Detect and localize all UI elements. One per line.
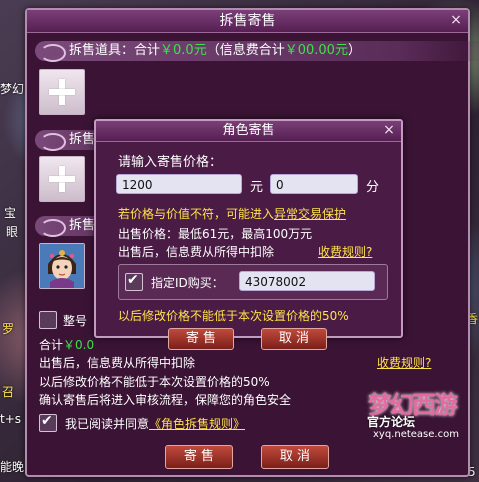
price-warning: 若价格与价值不符，可能进入异常交易保护 (118, 205, 346, 222)
yuan-unit: 元 (250, 180, 264, 195)
consign-button[interactable]: 寄 售 (165, 445, 233, 469)
warning-prefix: 若价格与价值不符，可能进入 (118, 207, 275, 221)
total-value: ￥0.0元 (160, 43, 207, 58)
section-label: 拆售 (69, 132, 96, 147)
bottom-total-prefix: 合计 (39, 338, 64, 352)
close-button[interactable]: × (448, 13, 464, 29)
designated-id-input[interactable]: 43078002 (239, 271, 375, 291)
plus-icon (49, 166, 75, 192)
plus-icon (49, 79, 75, 105)
dialog-close-button[interactable]: × (381, 123, 397, 139)
swirl-icon (40, 133, 66, 151)
bg-text-fragment: 宝 (4, 206, 17, 220)
swirl-icon (40, 44, 66, 62)
character-portrait-icon (40, 244, 84, 288)
dialog-title: 角色寄售 (222, 123, 275, 138)
dialog-fee-rule-link[interactable]: 收费规则? (318, 243, 372, 260)
rules-link[interactable]: 《角色拆售规则》 (149, 417, 245, 431)
cancel-button[interactable]: 取 消 (261, 445, 329, 469)
bg-text-fragment: 梦幻 (0, 82, 25, 96)
price-range: 出售价格：最低61元，最高100万元 (118, 227, 313, 241)
whole-account-label: 整号 (63, 314, 88, 328)
dialog-cancel-button[interactable]: 取 消 (261, 328, 327, 350)
review-note: 确认寄售后将进入审核流程，保障您的角色安全 (39, 393, 292, 407)
fen-unit: 分 (366, 180, 380, 195)
section-label: 拆售 (69, 218, 96, 233)
window-titlebar[interactable]: 拆售寄售 × (27, 10, 468, 33)
item-slot-2[interactable] (39, 156, 85, 202)
agree-checkbox[interactable] (39, 413, 57, 432)
designated-id-panel: 指定ID购买： 43078002 (118, 264, 388, 300)
bg-text-fragment: 罗 (2, 322, 15, 336)
logo-sub: 官方论坛 (367, 415, 416, 429)
dialog-consign-button[interactable]: 寄 售 (168, 328, 234, 350)
designated-id-checkbox[interactable] (125, 272, 143, 291)
dialog-modify-note: 以后修改价格不能低于本次设置价格的50% (118, 309, 349, 323)
item-slot-1[interactable] (39, 69, 85, 115)
logo-url: xyq.netease.com (373, 429, 459, 440)
items-label: 拆售道具： (69, 43, 135, 58)
bg-text-fragment: 能晚 (0, 460, 25, 474)
fen-input[interactable]: 0 (270, 174, 358, 194)
dialog-titlebar[interactable]: 角色寄售 × (96, 121, 401, 142)
items-section-bar: 拆售道具：合计￥0.0元（信息费合计￥00.00元） (35, 41, 479, 62)
fee-note: 出售后，信息费从所得中扣除 (39, 356, 196, 370)
swirl-icon (40, 219, 66, 237)
whole-account-checkbox[interactable] (39, 311, 57, 329)
bg-text-fragment: t+s (0, 412, 22, 426)
fee-value: ￥00.00元 (284, 43, 348, 58)
role-consign-dialog: 角色寄售 × 请输入寄售价格： 1200 元 0 分 若价格与价值不符，可能进入… (94, 119, 403, 350)
fee-open: （信息费合计 (206, 43, 285, 58)
dialog-fee-note: 出售后，信息费从所得中扣除 (118, 245, 275, 259)
character-avatar[interactable] (39, 243, 85, 289)
bottom-total-value: ￥0.0 (63, 338, 95, 352)
price-prompt: 请输入寄售价格： (118, 155, 223, 170)
agree-prefix: 我已阅读并同意 (65, 417, 150, 431)
yuan-input[interactable]: 1200 (116, 174, 242, 194)
bg-text-fragment: 召 (2, 385, 15, 399)
modify-note: 以后修改价格不能低于本次设置价格的50% (39, 375, 270, 389)
abnormal-trade-link[interactable]: 异常交易保护 (274, 207, 346, 221)
agree-text: 我已阅读并同意《角色拆售规则》 (65, 415, 245, 432)
total-prefix: 合计 (134, 43, 161, 58)
window-title: 拆售寄售 (219, 13, 276, 29)
designated-id-label: 指定ID购买： (151, 276, 224, 290)
bottom-total: 合计￥0.0 (39, 336, 94, 353)
game-logo: 梦幻西游 官方论坛 xyq.netease.com (363, 385, 473, 445)
fee-rule-link[interactable]: 收费规则? (377, 354, 431, 371)
bg-text-fragment: 眼 (6, 225, 19, 239)
fee-close: ） (347, 43, 361, 58)
